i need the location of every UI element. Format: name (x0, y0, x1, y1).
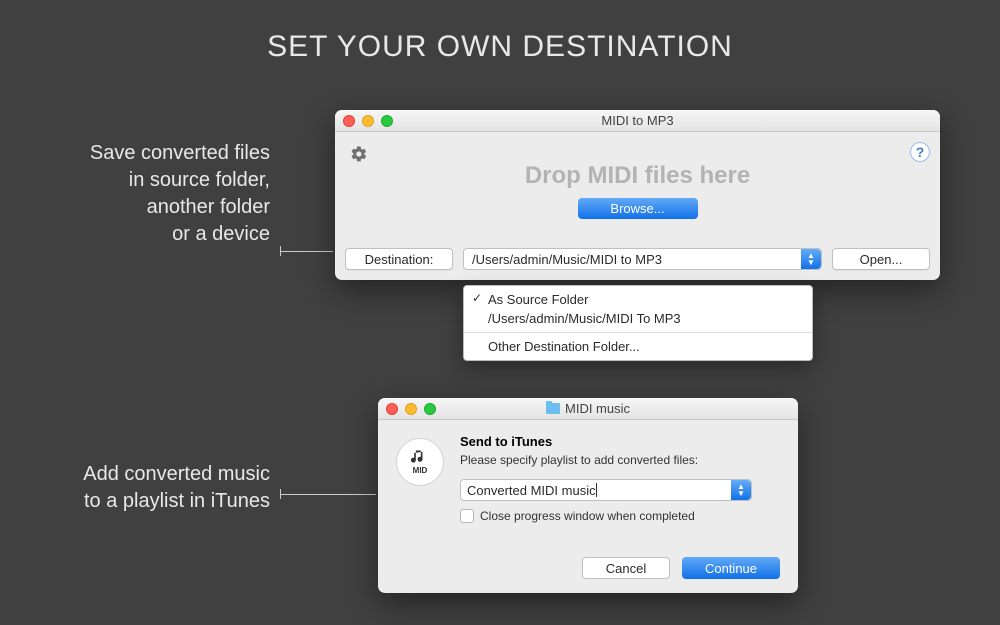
titlebar[interactable]: MIDI music (378, 398, 798, 420)
destination-button[interactable]: Destination: (345, 248, 453, 270)
menu-separator (464, 332, 812, 333)
drop-zone-label: Drop MIDI files here (335, 162, 940, 190)
text-cursor (596, 483, 597, 497)
destination-value: /Users/admin/Music/MIDI to MP3 (472, 252, 662, 267)
zoom-icon[interactable] (424, 403, 436, 415)
pointer-line (280, 251, 333, 252)
pointer-line (280, 494, 376, 495)
checkbox-label: Close progress window when completed (480, 509, 695, 523)
menu-item-path[interactable]: /Users/admin/Music/MIDI To MP3 (464, 309, 812, 328)
caption-itunes-playlist: Add converted musicto a playlist in iTun… (50, 461, 270, 515)
chevron-updown-icon: ▲▼ (801, 249, 821, 269)
window-title: MIDI music (565, 401, 630, 416)
titlebar[interactable]: MIDI to MP3 (335, 110, 940, 132)
pointer-tick (280, 246, 281, 256)
caption-save-destination: Save converted filesin source folder,ano… (50, 140, 270, 248)
close-icon[interactable] (343, 115, 355, 127)
window-send-to-itunes: MIDI music MID Send to iTunes Please spe… (378, 398, 798, 593)
destination-dropdown-menu: As Source Folder /Users/admin/Music/MIDI… (463, 285, 813, 361)
dialog-title: Send to iTunes (460, 434, 780, 449)
window-title: MIDI to MP3 (601, 113, 673, 128)
dialog-instruction: Please specify playlist to add converted… (460, 453, 780, 467)
cancel-button[interactable]: Cancel (582, 557, 670, 579)
midi-file-icon: MID (396, 438, 444, 486)
menu-item-other-folder[interactable]: Other Destination Folder... (464, 337, 812, 356)
browse-button[interactable]: Browse... (578, 198, 698, 219)
window-midi-to-mp3: MIDI to MP3 ? Drop MIDI files here Brows… (335, 110, 940, 280)
pointer-tick (280, 489, 281, 499)
menu-item-source-folder[interactable]: As Source Folder (464, 290, 812, 309)
gear-icon (350, 145, 368, 163)
traffic-lights[interactable] (386, 403, 436, 415)
destination-select[interactable]: /Users/admin/Music/MIDI to MP3 ▲▼ (463, 248, 822, 270)
page-title: SET YOUR OWN DESTINATION (0, 0, 1000, 64)
close-when-done-checkbox[interactable] (460, 509, 474, 523)
open-button[interactable]: Open... (832, 248, 930, 270)
close-icon[interactable] (386, 403, 398, 415)
folder-icon (546, 403, 560, 414)
minimize-icon[interactable] (362, 115, 374, 127)
minimize-icon[interactable] (405, 403, 417, 415)
playlist-select[interactable]: Converted MIDI music ▲▼ (460, 479, 752, 501)
help-button[interactable]: ? (910, 142, 930, 162)
chevron-updown-icon: ▲▼ (731, 480, 751, 500)
zoom-icon[interactable] (381, 115, 393, 127)
traffic-lights[interactable] (343, 115, 393, 127)
playlist-value: Converted MIDI music (467, 483, 596, 498)
continue-button[interactable]: Continue (682, 557, 780, 579)
